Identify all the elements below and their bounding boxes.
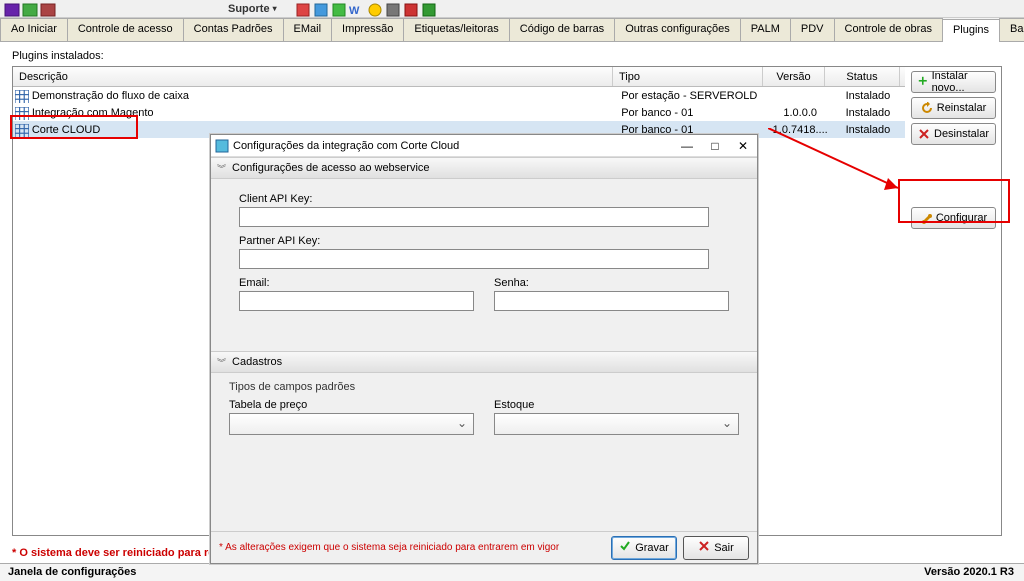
- tab-etiquetas-leitoras[interactable]: Etiquetas/leitoras: [403, 18, 509, 41]
- button-label: Sair: [714, 542, 734, 554]
- gravar-button[interactable]: Gravar: [611, 536, 677, 560]
- plugins-label: Plugins instalados:: [12, 50, 1016, 62]
- table-row[interactable]: Demonstração do fluxo de caixaPor estaçã…: [13, 87, 905, 104]
- estoque-label: Estoque: [494, 399, 739, 411]
- status-right: Versão 2020.1 R3: [924, 566, 1014, 581]
- toolbar-icon[interactable]: [313, 2, 329, 16]
- tab-contas-padr-es[interactable]: Contas Padrões: [183, 18, 284, 41]
- svg-text:W: W: [349, 5, 360, 17]
- grid-icon: [15, 124, 29, 136]
- webservice-form: Client API Key: Partner API Key: Email: …: [211, 179, 757, 321]
- senha-input[interactable]: [494, 291, 729, 311]
- table-row[interactable]: Integração com MagentoPor banco - 011.0.…: [13, 104, 905, 121]
- th-status[interactable]: Status: [825, 67, 900, 86]
- cadastros-form: Tipos de campos padrões Tabela de preço …: [211, 373, 757, 443]
- configurar-button[interactable]: Configurar: [911, 207, 996, 229]
- cell-status: Instalado: [831, 107, 905, 119]
- toolbar-icon[interactable]: [40, 2, 56, 16]
- desinstalar-button[interactable]: Desinstalar: [911, 123, 996, 145]
- dialog-titlebar[interactable]: Configurações da integração com Corte Cl…: [211, 135, 757, 157]
- remove-icon: [918, 128, 930, 140]
- tab-c-digo-de-barras[interactable]: Código de barras: [509, 18, 615, 41]
- tab-pdv[interactable]: PDV: [790, 18, 835, 41]
- tab-controle-de-obras[interactable]: Controle de obras: [834, 18, 943, 41]
- refresh-icon: [921, 102, 933, 114]
- config-dialog: Configurações da integração com Corte Cl…: [210, 134, 758, 564]
- email-input[interactable]: [239, 291, 474, 311]
- button-label: Desinstalar: [934, 128, 989, 140]
- check-icon: [619, 540, 631, 555]
- estoque-combo[interactable]: [494, 413, 739, 435]
- grid-icon: [15, 107, 29, 119]
- button-label: Reinstalar: [937, 102, 987, 114]
- button-label: Configurar: [936, 212, 987, 224]
- instalar-novo-button[interactable]: Instalar novo...: [911, 71, 996, 93]
- cell-status: Instalado: [831, 124, 905, 136]
- minimize-button[interactable]: —: [673, 136, 701, 156]
- wrench-icon: [920, 212, 932, 224]
- reinstalar-button[interactable]: Reinstalar: [911, 97, 996, 119]
- dialog-title: Configurações da integração com Corte Cl…: [233, 140, 459, 152]
- cell-versao: 1.0.0.0: [770, 107, 831, 119]
- toolbar-icon[interactable]: [22, 2, 38, 16]
- toolbar-icon[interactable]: [4, 2, 20, 16]
- maximize-button[interactable]: □: [701, 136, 729, 156]
- dialog-footer: * As alterações exigem que o sistema sej…: [211, 531, 757, 563]
- toolbar: Suporte W: [0, 0, 1024, 18]
- toolbar-icon[interactable]: [421, 2, 437, 16]
- table-header: Descrição Tipo Versão Status: [13, 67, 905, 87]
- toolbar-icon[interactable]: W: [349, 2, 365, 16]
- cell-versao: 1.0.7418....: [770, 124, 831, 136]
- toolbar-icon[interactable]: [295, 2, 311, 16]
- tabela-label: Tabela de preço: [229, 399, 474, 411]
- th-versao[interactable]: Versão: [763, 67, 825, 86]
- toolbar-icon[interactable]: [331, 2, 347, 16]
- th-tipo[interactable]: Tipo: [613, 67, 763, 86]
- th-descricao[interactable]: Descrição: [13, 67, 613, 86]
- client-key-input[interactable]: [239, 207, 709, 227]
- tab-ao-iniciar[interactable]: Ao Iniciar: [0, 18, 68, 41]
- close-button[interactable]: ✕: [729, 136, 757, 156]
- status-left: Janela de configurações: [8, 566, 136, 581]
- dialog-icon: [215, 139, 229, 153]
- cell-status: Instalado: [831, 90, 905, 102]
- tab-plugins[interactable]: Plugins: [942, 19, 1000, 42]
- tab-outras-configura-es[interactable]: Outras configurações: [614, 18, 741, 41]
- partner-key-label: Partner API Key:: [239, 235, 729, 247]
- partner-key-input[interactable]: [239, 249, 709, 269]
- cell-tipo: Por estação - SERVEROLD: [621, 90, 769, 102]
- toolbar-icon[interactable]: [403, 2, 419, 16]
- close-icon: [698, 540, 710, 555]
- restart-note: * O sistema deve ser reiniciado para re: [0, 543, 214, 559]
- tipos-label: Tipos de campos padrões: [229, 381, 739, 393]
- tabs-row: Ao IniciarControle de acessoContas Padrõ…: [0, 18, 1024, 42]
- button-label: Instalar novo...: [932, 70, 989, 94]
- button-label: Gravar: [635, 542, 669, 554]
- email-label: Email:: [239, 277, 474, 289]
- client-key-label: Client API Key:: [239, 193, 729, 205]
- section-cadastros[interactable]: Cadastros: [211, 351, 757, 373]
- tab-palm[interactable]: PALM: [740, 18, 791, 41]
- plus-icon: [918, 76, 928, 88]
- cell-tipo: Por banco - 01: [621, 107, 769, 119]
- grid-icon: [15, 90, 29, 102]
- section-webservice[interactable]: Configurações de acesso ao webservice: [211, 157, 757, 179]
- tab-banc[interactable]: Banc: [999, 18, 1024, 41]
- statusbar: Janela de configurações Versão 2020.1 R3: [0, 563, 1024, 581]
- dialog-note: * As alterações exigem que o sistema sej…: [219, 542, 559, 553]
- cell-desc: Demonstração do fluxo de caixa: [32, 90, 621, 102]
- cell-desc: Integração com Magento: [32, 107, 621, 119]
- tab-impress-o[interactable]: Impressão: [331, 18, 404, 41]
- side-buttons: Instalar novo... Reinstalar Desinstalar …: [905, 67, 1002, 535]
- toolbar-icon[interactable]: [367, 2, 383, 16]
- menu-suporte[interactable]: Suporte: [228, 3, 277, 15]
- tabela-combo[interactable]: [229, 413, 474, 435]
- tab-controle-de-acesso[interactable]: Controle de acesso: [67, 18, 184, 41]
- sair-button[interactable]: Sair: [683, 536, 749, 560]
- tab-email[interactable]: EMail: [283, 18, 333, 41]
- senha-label: Senha:: [494, 277, 729, 289]
- toolbar-icon[interactable]: [385, 2, 401, 16]
